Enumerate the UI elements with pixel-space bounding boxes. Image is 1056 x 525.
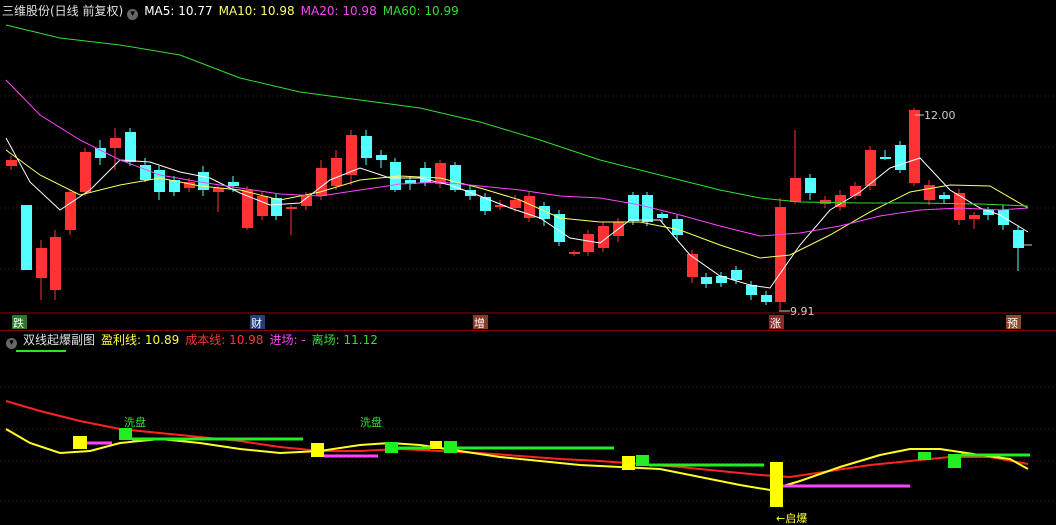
signal-block: [918, 452, 931, 460]
signal-block: [119, 428, 132, 440]
cost-line-value: 成本线: 10.98: [185, 333, 264, 347]
candle-body: [805, 178, 816, 193]
candle-body: [95, 148, 106, 158]
candle-body: [924, 185, 935, 200]
candle-body: [583, 234, 594, 252]
candle-body: [954, 193, 965, 220]
candle-body: [909, 110, 920, 183]
indicator-chart[interactable]: 洗盘 洗盘 ←启爆: [0, 331, 1056, 525]
candle-body: [198, 172, 209, 190]
signal-block: [770, 462, 783, 507]
candle-body: [969, 215, 980, 219]
candle-body: [36, 248, 47, 278]
event-marker-label: 财: [251, 316, 262, 330]
candle-body: [6, 160, 17, 166]
event-marker-label: 预: [1007, 317, 1018, 330]
candle-body: [271, 198, 282, 216]
candle-body: [687, 254, 698, 277]
indicator-underline: [16, 350, 66, 352]
candle-body: [569, 252, 580, 254]
candle-body: [80, 152, 91, 192]
main-legend: 三维股份(日线 前复权) ▾ MA5: 10.77 MA10: 10.98 MA20: …: [2, 2, 465, 20]
candle-body: [746, 285, 757, 295]
candle-body: [672, 219, 683, 235]
candle-body: [65, 192, 76, 230]
signal-block: [636, 455, 649, 466]
candle-body: [125, 132, 136, 162]
candle-body: [420, 168, 431, 183]
candle-body: [140, 165, 151, 180]
candle-body: [657, 214, 668, 218]
high-price-label: 12.00: [924, 109, 956, 122]
candle-body: [716, 276, 727, 283]
sub-legend: ▾ 双线起爆副图 盈利线: 10.89 成本线: 10.98 进场: - 离场: 11.1…: [2, 331, 384, 349]
candle-body: [880, 157, 891, 159]
candle-body: [331, 158, 342, 186]
candle-body: [346, 135, 357, 175]
candle-body: [939, 195, 950, 199]
candle-body: [775, 207, 786, 302]
chevron-down-icon[interactable]: ▾: [6, 338, 17, 349]
chevron-down-icon[interactable]: ▾: [127, 9, 139, 20]
candle-body: [510, 200, 521, 208]
event-marker-label: 增: [474, 316, 485, 330]
signal-block: [948, 454, 961, 468]
candle-body: [628, 195, 639, 221]
candle-body: [480, 197, 491, 211]
ma5-value: MA5: 10.77: [144, 4, 213, 18]
candle-body: [790, 178, 801, 202]
candle-body: [361, 136, 372, 158]
low-price-label: 9.91: [790, 305, 815, 318]
profit-line-value: 盈利线: 10.89: [101, 333, 180, 347]
signal-block: [311, 443, 324, 457]
sub-chart-panel[interactable]: 洗盘 洗盘 ←启爆 ▾ 双线起爆副图 盈利线: 10.89 成本线: 10.98 进场: -…: [0, 330, 1056, 525]
candle-body: [376, 155, 387, 160]
candlestick-chart[interactable]: 12.00 9.91 跌 财 增 涨 预: [0, 0, 1056, 330]
signal-annotation: ←启爆: [776, 511, 807, 525]
signal-block: [622, 456, 635, 470]
candle-body: [761, 295, 772, 302]
candle-body: [450, 165, 461, 190]
signal-annotation: 洗盘: [360, 415, 382, 429]
signal-block: [430, 441, 442, 449]
ma60-value: MA60: 10.99: [382, 4, 459, 18]
candle-body: [701, 277, 712, 284]
signal-annotation: 洗盘: [124, 415, 146, 429]
ma20-value: MA20: 10.98: [300, 4, 377, 18]
entry-value: 进场: -: [269, 333, 306, 347]
candle-body: [435, 163, 446, 184]
event-marker-label: 跌: [13, 316, 24, 330]
ma10-value: MA10: 10.98: [218, 4, 295, 18]
chart-title[interactable]: 三维股份(日线 前复权): [2, 4, 123, 18]
candle-body: [257, 196, 268, 216]
candle-body: [110, 138, 121, 148]
exit-value: 离场: 11.12: [311, 333, 378, 347]
candle-body: [21, 205, 32, 270]
candle-body: [50, 237, 61, 290]
candle-body: [731, 270, 742, 280]
candle-body: [286, 207, 297, 209]
event-marker-label: 涨: [770, 317, 781, 330]
signal-block: [385, 442, 398, 453]
candle-body: [642, 195, 653, 222]
candle-body: [228, 182, 239, 186]
signal-block: [444, 441, 457, 453]
indicator-title[interactable]: 双线起爆副图: [23, 333, 95, 347]
signal-block: [73, 436, 87, 449]
main-chart-panel[interactable]: 12.00 9.91 跌 财 增 涨 预 三维股份(日线 前复权) ▾ MA5: 10.77 MA…: [0, 0, 1056, 330]
